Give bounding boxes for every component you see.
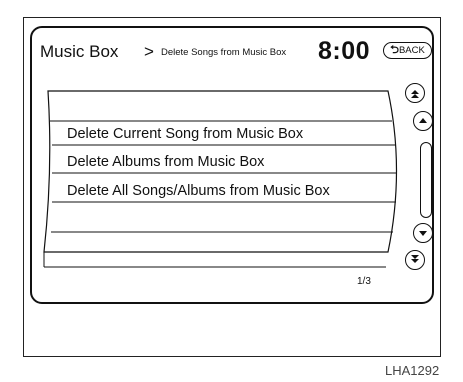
scroll-down-button[interactable] xyxy=(413,223,433,243)
page-down-icon xyxy=(411,255,419,263)
figure-caption: LHA1292 xyxy=(385,363,440,378)
scroll-down-icon xyxy=(419,231,427,236)
menu-item-delete-current-song[interactable]: Delete Current Song from Music Box xyxy=(67,126,303,142)
menu-item-delete-albums[interactable]: Delete Albums from Music Box xyxy=(67,154,264,170)
page-up-icon xyxy=(411,90,419,98)
scroll-up-button[interactable] xyxy=(413,111,433,131)
page-up-button[interactable] xyxy=(405,83,425,103)
page-down-button[interactable] xyxy=(405,250,425,270)
menu-item-delete-all[interactable]: Delete All Songs/Albums from Music Box xyxy=(67,183,330,199)
page-indicator: 1/3 xyxy=(357,276,371,287)
scroll-up-icon xyxy=(419,118,427,123)
scrollbar-thumb[interactable] xyxy=(422,144,430,168)
